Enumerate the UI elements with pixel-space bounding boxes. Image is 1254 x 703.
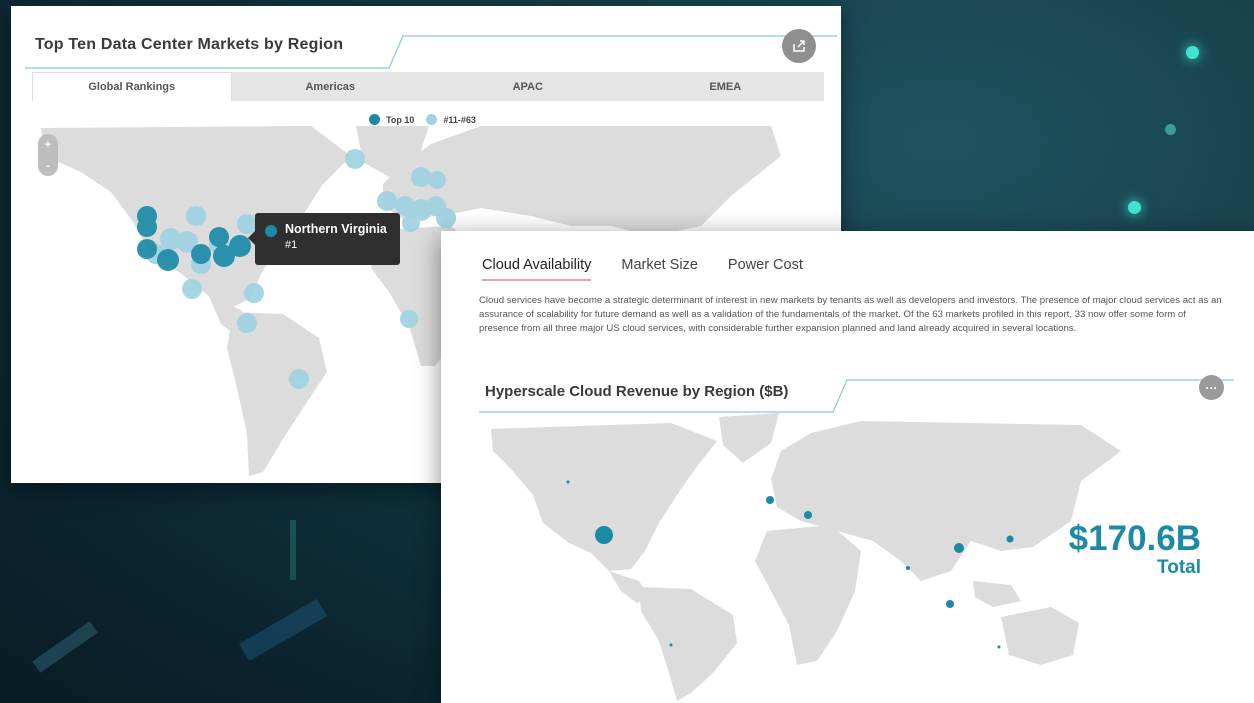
- market-bubble: [137, 217, 157, 237]
- tab-americas[interactable]: Americas: [232, 72, 430, 101]
- tooltip-market-rank: #1: [285, 239, 298, 251]
- chart-title: Hyperscale Cloud Revenue by Region ($B): [485, 383, 789, 400]
- market-bubble: [157, 249, 179, 271]
- market-bubble: [182, 279, 202, 299]
- tab-cloud-availability[interactable]: Cloud Availability: [482, 257, 592, 281]
- market-bubble: [428, 171, 446, 189]
- market-bubble: [377, 191, 397, 211]
- metric-tabs: Cloud Availability Market Size Power Cos…: [482, 257, 833, 281]
- background-glow: [1165, 124, 1176, 135]
- market-bubble: [436, 208, 456, 228]
- market-bubble: [400, 310, 418, 328]
- map-legend: Top 10 #11-#63: [369, 114, 476, 125]
- tooltip-market-name: Northern Virginia: [285, 222, 387, 236]
- north-america-landmass: [491, 423, 717, 571]
- legend-label-top10: Top 10: [386, 114, 415, 125]
- legend-label-rest: #11-#63: [443, 114, 476, 125]
- total-revenue-value: $170.6B: [1068, 519, 1201, 558]
- africa-landmass: [755, 525, 861, 665]
- market-bubble: [137, 239, 157, 259]
- tab-apac[interactable]: APAC: [429, 72, 627, 101]
- zoom-out-button[interactable]: -: [46, 160, 50, 172]
- market-bubble: [191, 244, 211, 264]
- south-america-landmass: [639, 587, 737, 701]
- share-button[interactable]: [782, 29, 816, 63]
- total-revenue-label: Total: [1157, 557, 1201, 578]
- revenue-bubble: [669, 643, 673, 647]
- market-bubble: [209, 227, 229, 247]
- south-america-landmass: [227, 312, 327, 476]
- revenue-bubble: [946, 600, 954, 608]
- market-bubble: [411, 167, 431, 187]
- share-icon: [792, 40, 805, 52]
- title-decoration-line: [25, 35, 837, 69]
- more-options-button[interactable]: ···: [1199, 375, 1224, 400]
- tab-emea[interactable]: EMEA: [627, 72, 825, 101]
- map-tooltip: Northern Virginia #1: [248, 213, 400, 265]
- greenland-landmass: [719, 413, 779, 463]
- market-bubble: [186, 206, 206, 226]
- cloud-revenue-panel: Cloud Availability Market Size Power Cos…: [441, 231, 1254, 703]
- background-line: [239, 598, 327, 662]
- background-line: [290, 520, 296, 580]
- tooltip-arrow: [248, 231, 255, 245]
- market-bubble: [402, 214, 420, 232]
- legend-swatch-top10: [369, 114, 380, 125]
- revenue-bubble: [595, 526, 613, 544]
- australia-landmass: [1001, 607, 1079, 665]
- tab-global-rankings[interactable]: Global Rankings: [32, 72, 232, 101]
- market-bubble: [289, 369, 309, 389]
- southeast-asia-islands: [973, 581, 1021, 607]
- tab-power-cost[interactable]: Power Cost: [728, 257, 803, 281]
- revenue-bubble: [1006, 535, 1014, 543]
- market-bubble: [237, 313, 257, 333]
- background-glow: [1186, 46, 1199, 59]
- region-tabs: Global Rankings Americas APAC EMEA: [32, 72, 824, 101]
- revenue-bubble: [954, 543, 964, 553]
- revenue-bubble: [566, 480, 570, 484]
- revenue-bubble: [766, 496, 774, 504]
- market-bubble: [244, 283, 264, 303]
- legend-swatch-rest: [426, 114, 438, 125]
- background-glow: [1128, 201, 1141, 214]
- tooltip-marker-icon: [265, 225, 277, 237]
- zoom-control: + -: [38, 134, 58, 176]
- revenue-bubble: [997, 645, 1001, 649]
- background-line: [32, 621, 98, 673]
- revenue-bubble: [804, 511, 812, 519]
- revenue-bubble: [906, 566, 910, 570]
- cloud-description-paragraph: Cloud services have become a strategic d…: [479, 295, 1222, 334]
- zoom-in-button[interactable]: +: [45, 139, 51, 151]
- market-bubble: [345, 149, 365, 169]
- tab-market-size[interactable]: Market Size: [621, 257, 698, 281]
- land-shapes: [491, 413, 1121, 701]
